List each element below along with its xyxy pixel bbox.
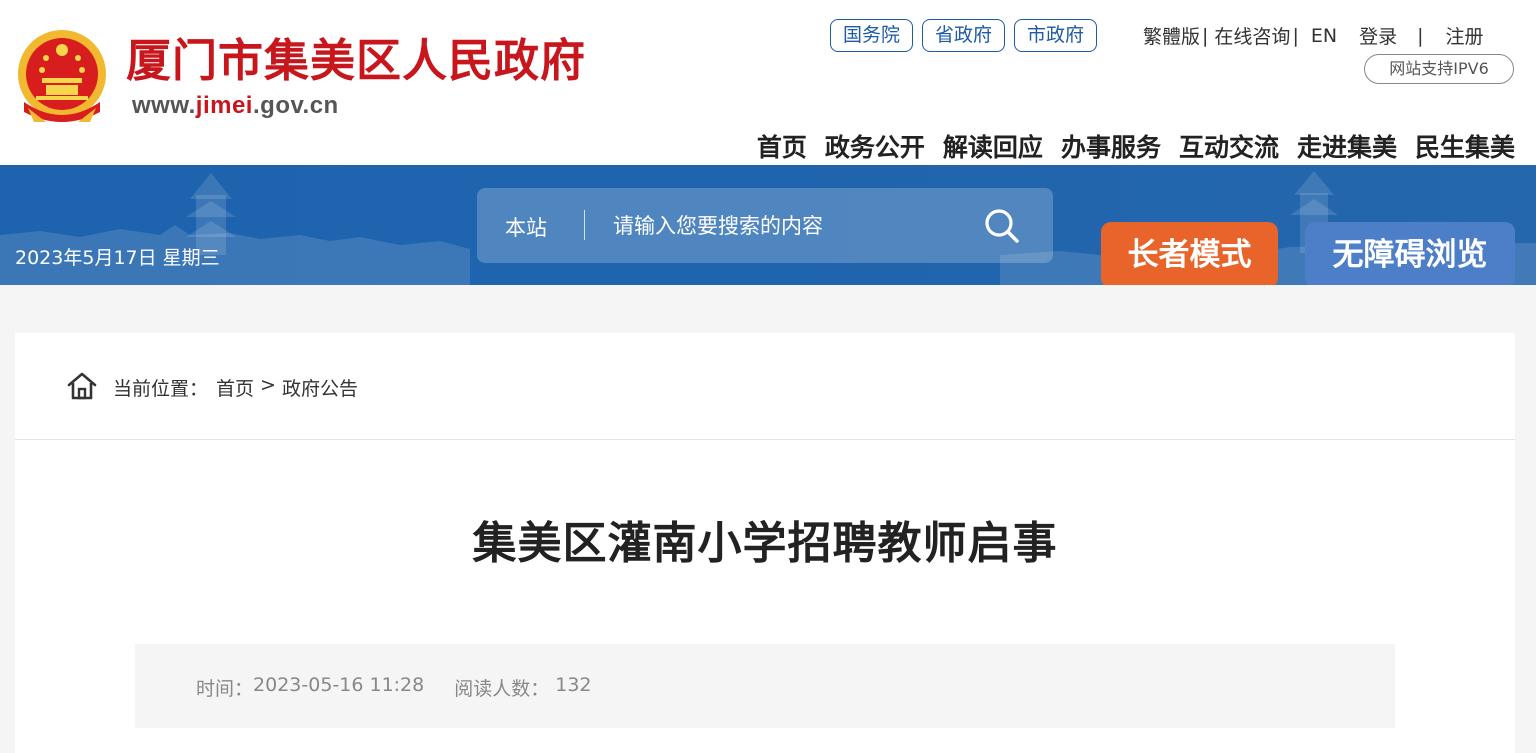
gov-link-province[interactable]: 省政府 [922, 19, 1006, 52]
elder-mode-button[interactable]: 长者模式 [1101, 222, 1278, 285]
ipv6-badge: 网站支持IPV6 [1364, 54, 1514, 84]
site-url-suffix: .gov.cn [252, 92, 339, 119]
banner: 2023年5月17日 星期三 本站 长者模式 无障碍浏览 [0, 165, 1536, 285]
site-url-prefix: www. [132, 92, 196, 119]
search-divider [584, 210, 585, 240]
nav-item-livelihood[interactable]: 民生集美 [1415, 128, 1515, 168]
login-link[interactable]: 登录 [1359, 22, 1397, 49]
site-header: 厦门市集美区人民政府 www.jimei.gov.cn 国务院 省政府 市政府 … [0, 0, 1536, 165]
publish-time-label: 时间： [196, 678, 254, 700]
site-url-highlight: jimei [195, 92, 253, 119]
utility-links: 繁體版 | 在线咨询 | EN 登录 | 注册 [1143, 22, 1484, 49]
english-link[interactable]: EN [1311, 25, 1337, 47]
view-count: 132 [555, 674, 592, 696]
search-input[interactable] [613, 208, 973, 244]
search-box: 本站 [477, 188, 1053, 263]
nav-item-about-jimei[interactable]: 走进集美 [1297, 128, 1397, 168]
online-consult-link[interactable]: 在线咨询 [1214, 22, 1290, 49]
nav-item-interaction[interactable]: 互动交流 [1179, 128, 1279, 168]
home-icon [67, 372, 97, 400]
nav-item-interpretation[interactable]: 解读回应 [943, 128, 1043, 168]
gov-link-state-council[interactable]: 国务院 [830, 19, 914, 52]
util-separator: | [1417, 24, 1424, 47]
article-title: 集美区灌南小学招聘教师启事 [472, 518, 1058, 569]
util-separator: | [1292, 24, 1299, 47]
site-title[interactable]: 厦门市集美区人民政府 [126, 32, 586, 90]
article-card: 当前位置： 首页 > 政府公告 集美区灌南小学招聘教师启事 时间： 2023-0… [15, 333, 1515, 753]
gov-links: 国务院 省政府 市政府 [830, 19, 1098, 52]
breadcrumb-gov-notice[interactable]: 政府公告 [282, 374, 358, 401]
breadcrumb-trail: 当前位置： 首页 > 政府公告 [113, 374, 358, 401]
search-icon[interactable] [982, 206, 1022, 246]
search-scope-select[interactable]: 本站 [505, 212, 547, 242]
current-date: 2023年5月17日 星期三 [15, 247, 220, 269]
util-separator: | [1202, 24, 1209, 47]
nav-item-services[interactable]: 办事服务 [1061, 128, 1161, 168]
article-meta-text: 时间： 2023-05-16 11:28 阅读人数： 132 [196, 674, 592, 701]
main-nav: 首页 政务公开 解读回应 办事服务 互动交流 走进集美 民生集美 [757, 128, 1515, 168]
register-link[interactable]: 注册 [1445, 22, 1483, 49]
national-emblem-icon[interactable] [16, 28, 108, 124]
breadcrumb: 当前位置： 首页 > 政府公告 [15, 333, 1515, 440]
breadcrumb-prefix: 当前位置： [113, 378, 209, 400]
traditional-chinese-link[interactable]: 繁體版 [1143, 22, 1200, 49]
site-url: www.jimei.gov.cn [132, 92, 339, 120]
publish-time: 2023-05-16 11:28 [253, 674, 425, 696]
view-count-label: 阅读人数： [454, 678, 550, 700]
article-meta: 时间： 2023-05-16 11:28 阅读人数： 132 [135, 644, 1395, 728]
nav-item-gov-affairs[interactable]: 政务公开 [825, 128, 925, 168]
gov-link-city[interactable]: 市政府 [1014, 19, 1098, 52]
breadcrumb-separator: > [260, 374, 276, 396]
nav-item-home[interactable]: 首页 [757, 128, 807, 168]
accessible-browse-button[interactable]: 无障碍浏览 [1305, 222, 1515, 285]
meta-gap [424, 674, 454, 701]
breadcrumb-home[interactable]: 首页 [216, 374, 254, 401]
